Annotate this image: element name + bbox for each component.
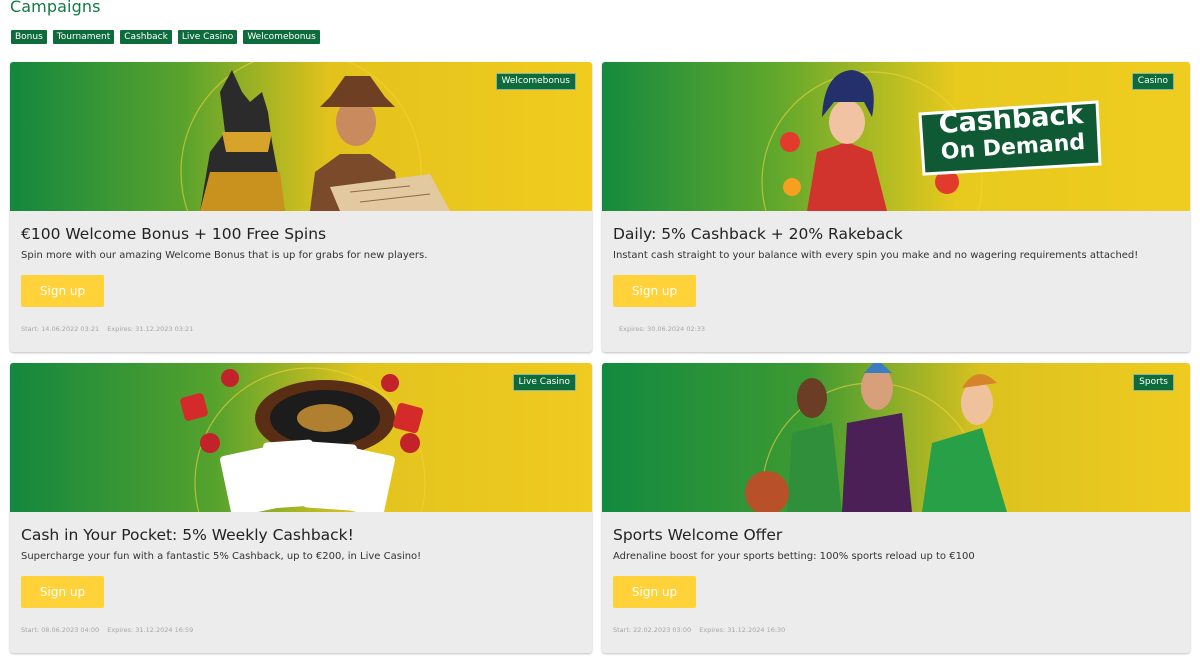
- sign-up-button[interactable]: Sign up: [21, 275, 104, 307]
- campaign-title: Cash in Your Pocket: 5% Weekly Cashback!: [21, 526, 354, 544]
- campaign-description: Supercharge your fun with a fantastic 5%…: [21, 551, 422, 562]
- campaign-dates: Start: 08.06.2023 04:00 Expires: 31.12.2…: [21, 626, 193, 634]
- campaign-card: Welcomebonus €100 Welcome Bonus + 100 Fr…: [10, 62, 592, 352]
- athletes-image: [602, 363, 1190, 512]
- campaign-title: Daily: 5% Cashback + 20% Rakeback: [613, 225, 903, 243]
- filter-tags: Bonus Tournament Cashback Live Casino We…: [11, 30, 320, 44]
- campaign-dates: Start: 22.02.2023 03:00 Expires: 31.12.2…: [613, 626, 785, 634]
- campaign-card: Sports Sports Welcome Offer Adrenaline b…: [602, 363, 1190, 653]
- start-date: Start: 08.06.2023 04:00: [21, 626, 100, 634]
- campaign-description: Instant cash straight to your balance wi…: [613, 250, 1139, 261]
- start-date: Start: 22.02.2023 03:00: [613, 626, 692, 634]
- filter-tag-live-casino[interactable]: Live Casino: [177, 30, 238, 44]
- category-badge: Sports: [1133, 374, 1174, 391]
- campaign-description: Adrenaline boost for your sports betting…: [613, 551, 975, 562]
- expires-date: Expires: 31.12.2024 16:59: [107, 626, 194, 634]
- page-title: Campaigns: [10, 0, 101, 16]
- campaign-dates: Expires: 30.06.2024 02:33: [619, 325, 705, 333]
- filter-tag-bonus[interactable]: Bonus: [11, 30, 47, 44]
- start-date: Start: 14.06.2022 03:21: [21, 325, 100, 333]
- campaign-banner[interactable]: Cashback On Demand Casino: [602, 62, 1190, 211]
- campaign-card: Live Casino Cash in Your Pocket: 5% Week…: [10, 363, 592, 653]
- campaign-title: €100 Welcome Bonus + 100 Free Spins: [21, 225, 327, 243]
- campaign-title: Sports Welcome Offer: [613, 526, 783, 544]
- category-badge: Live Casino: [512, 374, 576, 391]
- sign-up-button[interactable]: Sign up: [613, 576, 696, 608]
- campaign-description: Spin more with our amazing Welcome Bonus…: [21, 250, 428, 261]
- campaign-banner[interactable]: Sports: [602, 363, 1190, 512]
- roulette-cards-dice-image: [10, 363, 592, 512]
- expires-date: Expires: 31.12.2024 16:30: [699, 626, 786, 634]
- expires-date: Expires: 31.12.2023 03:21: [107, 325, 194, 333]
- cashback-on-demand-image: [602, 62, 1190, 211]
- campaign-dates: Start: 14.06.2022 03:21 Expires: 31.12.2…: [21, 325, 193, 333]
- category-badge: Welcomebonus: [495, 73, 576, 90]
- expires-date: Expires: 30.06.2024 02:33: [619, 325, 706, 333]
- filter-tag-tournament[interactable]: Tournament: [52, 30, 115, 44]
- filter-tag-cashback[interactable]: Cashback: [120, 30, 172, 44]
- sign-up-button[interactable]: Sign up: [613, 275, 696, 307]
- campaign-banner[interactable]: Live Casino: [10, 363, 592, 512]
- campaign-banner[interactable]: Welcomebonus: [10, 62, 592, 211]
- sign-up-button[interactable]: Sign up: [21, 576, 104, 608]
- filter-tag-welcomebonus[interactable]: Welcomebonus: [243, 30, 320, 44]
- campaign-card: Cashback On Demand Casino Daily: 5% Cash…: [602, 62, 1190, 352]
- category-badge: Casino: [1131, 73, 1174, 90]
